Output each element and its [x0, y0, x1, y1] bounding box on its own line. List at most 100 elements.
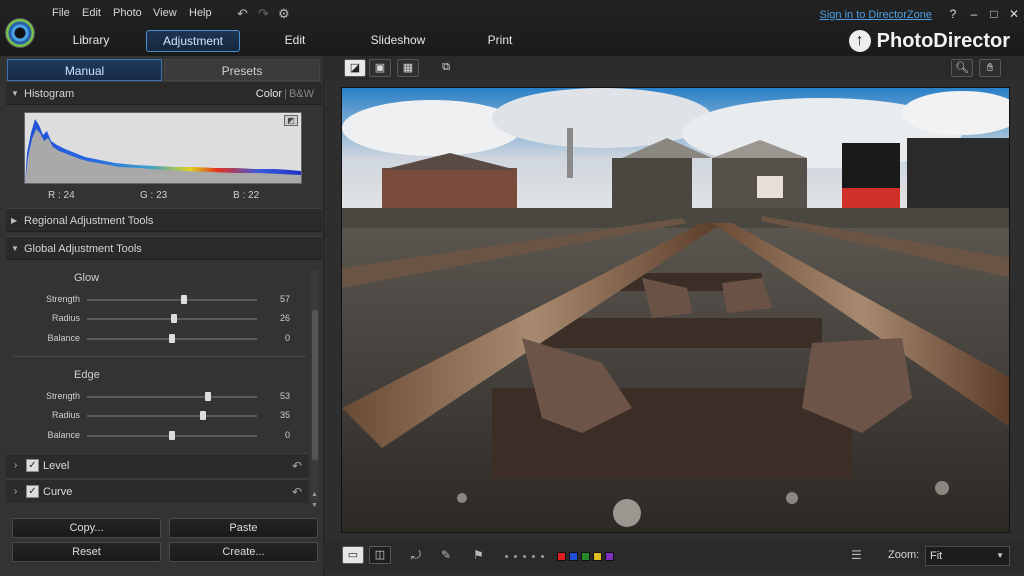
rating-dot[interactable]	[541, 555, 544, 558]
edge-balance-slider[interactable]	[87, 431, 257, 440]
flag-icon[interactable]: ⚑	[473, 548, 484, 562]
glow-title: Glow	[74, 272, 100, 284]
view-toolbar: ◪ ▣ ▦ ⧉ 🔍︎ ✋︎	[325, 56, 1024, 80]
slider-thumb[interactable]	[204, 392, 211, 401]
clipping-warning-icon[interactable]: ◩	[284, 115, 298, 126]
copy-button[interactable]: Copy...	[12, 518, 161, 538]
histogram-title: Histogram	[24, 88, 75, 100]
zoom-select[interactable]: Fit ▼	[925, 546, 1010, 566]
panel-scrollbar[interactable]	[311, 270, 319, 502]
expand-arrow-icon[interactable]: ›	[14, 480, 17, 504]
app-window: File Edit Photo View Help ↶ ↷ ⚙ Sign in …	[0, 0, 1024, 576]
scrollbar-thumb[interactable]	[312, 310, 318, 460]
grid-view-icon[interactable]: ▦	[397, 59, 419, 77]
menu-edit[interactable]: Edit	[82, 7, 101, 19]
paste-button[interactable]: Paste	[169, 518, 318, 538]
glow-radius-slider[interactable]	[87, 314, 257, 323]
redo-icon[interactable]: ↷	[258, 6, 269, 22]
expand-arrow-icon[interactable]: ›	[14, 454, 17, 478]
scroll-up-arrow-icon[interactable]: ▲	[311, 491, 318, 498]
brush-icon[interactable]: ✎	[441, 548, 451, 562]
histogram-b-value: B : 22	[233, 190, 260, 201]
single-view-icon[interactable]: ▣	[369, 59, 391, 77]
slider-thumb[interactable]	[169, 334, 175, 343]
tab-adjustment[interactable]: Adjustment	[146, 30, 240, 52]
slider-thumb[interactable]	[170, 314, 177, 323]
reset-arrow-icon[interactable]: ↶	[292, 480, 302, 504]
collapse-arrow-icon: ▼	[11, 244, 19, 253]
regional-tools-header[interactable]: ▶ Regional Adjustment Tools	[6, 208, 322, 232]
minimize-button[interactable]: ‒	[966, 7, 982, 21]
edge-balance-value[interactable]: 0	[260, 430, 290, 440]
sign-in-link[interactable]: Sign in to DirectorZone	[820, 9, 933, 21]
glow-radius-label: Radius	[51, 313, 80, 323]
close-button[interactable]: ✕	[1006, 7, 1022, 21]
fullscreen-icon[interactable]: ⧉	[435, 59, 457, 77]
menu-help[interactable]: Help	[189, 7, 212, 19]
zoom-value: Fit	[930, 550, 943, 562]
color-label-yellow[interactable]	[593, 552, 602, 561]
color-label-blue[interactable]	[569, 552, 578, 561]
single-preview-icon[interactable]: ▭	[342, 546, 364, 564]
histogram-mode: Color | B&W	[256, 82, 314, 106]
before-after-icon[interactable]: ◫	[369, 546, 391, 564]
create-button[interactable]: Create...	[169, 542, 318, 562]
glow-strength-value[interactable]: 57	[260, 294, 290, 304]
slider-thumb[interactable]	[199, 411, 206, 420]
app-logo-icon	[5, 18, 35, 48]
tab-library[interactable]: Library	[55, 30, 127, 52]
undo-icon[interactable]: ↶	[237, 6, 248, 22]
glow-balance-slider[interactable]	[87, 334, 257, 343]
color-label-red[interactable]	[557, 552, 566, 561]
collapse-arrow-icon: ▼	[11, 89, 19, 98]
gear-icon[interactable]: ⚙	[278, 6, 290, 22]
color-label-green[interactable]	[581, 552, 590, 561]
photo-canvas[interactable]	[341, 87, 1010, 533]
menu-view[interactable]: View	[153, 7, 177, 19]
edge-radius-slider[interactable]	[87, 411, 257, 420]
color-label-purple[interactable]	[605, 552, 614, 561]
reset-arrow-icon[interactable]: ↶	[292, 454, 302, 478]
regional-tools-title: Regional Adjustment Tools	[24, 215, 154, 227]
tool-row-curve[interactable]: › ✓ Curve ↶	[6, 479, 308, 503]
tab-slideshow[interactable]: Slideshow	[360, 30, 436, 52]
help-button[interactable]: ?	[945, 7, 961, 21]
level-checkbox[interactable]: ✓	[26, 459, 39, 472]
edge-strength-value[interactable]: 53	[260, 391, 290, 401]
slider-thumb[interactable]	[169, 431, 175, 440]
tool-row-level[interactable]: › ✓ Level ↶	[6, 453, 308, 477]
rating-dot[interactable]	[505, 555, 508, 558]
rating-dot[interactable]	[523, 555, 526, 558]
tab-print[interactable]: Print	[478, 30, 522, 52]
glow-balance-value[interactable]: 0	[260, 333, 290, 343]
histogram-mode-separator: |	[284, 88, 287, 100]
global-tools-header[interactable]: ▼ Global Adjustment Tools	[6, 236, 322, 260]
histogram-graph: ◩	[24, 112, 302, 184]
rating-dot[interactable]	[532, 555, 535, 558]
glow-strength-slider[interactable]	[87, 295, 257, 304]
histogram-color-option[interactable]: Color	[256, 88, 282, 100]
magnifier-icon[interactable]: 🔍︎	[951, 59, 973, 77]
histogram-r-value: R : 24	[48, 190, 75, 201]
tab-presets[interactable]: Presets	[164, 59, 320, 81]
glow-radius-value[interactable]: 26	[260, 313, 290, 323]
curve-checkbox[interactable]: ✓	[26, 485, 39, 498]
reset-button[interactable]: Reset	[12, 542, 161, 562]
compare-view-icon[interactable]: ◪	[344, 59, 366, 77]
maximize-button[interactable]: □	[986, 7, 1002, 21]
edge-radius-value[interactable]: 35	[260, 410, 290, 420]
histogram-bw-option[interactable]: B&W	[289, 88, 314, 100]
edge-strength-slider[interactable]	[87, 392, 257, 401]
upload-arrow-icon[interactable]: ↑	[848, 30, 871, 52]
tab-manual[interactable]: Manual	[7, 59, 162, 81]
menu-photo[interactable]: Photo	[113, 7, 142, 19]
tab-edit[interactable]: Edit	[268, 30, 322, 52]
hand-icon[interactable]: ✋︎	[979, 59, 1001, 77]
rating-dot[interactable]	[514, 555, 517, 558]
rotate-icon[interactable]: ⤾	[411, 548, 421, 563]
histogram-header[interactable]: ▼ Histogram Color | B&W	[6, 81, 322, 105]
slider-thumb[interactable]	[180, 295, 187, 304]
menu-file[interactable]: File	[52, 7, 70, 19]
sort-list-icon[interactable]: ☰	[851, 548, 862, 562]
scroll-down-arrow-icon[interactable]: ▼	[311, 502, 318, 509]
